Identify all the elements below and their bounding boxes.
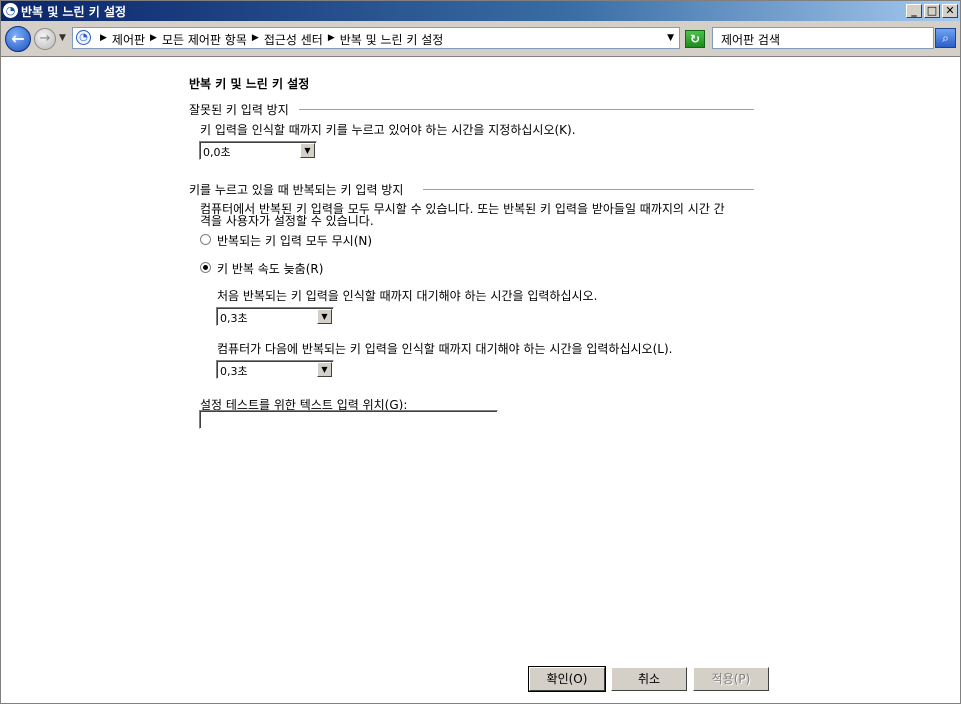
close-button[interactable]: ✕: [942, 4, 958, 18]
title-bar[interactable]: ◔ 반복 및 느린 키 설정 _ □ ✕: [1, 1, 960, 21]
slow-repeat-label[interactable]: 키 반복 속도 늦춤(R): [217, 260, 323, 277]
chevron-down-icon[interactable]: ▼: [317, 309, 332, 324]
first-delay-label: 처음 반복되는 키 입력을 인식할 때까지 대기해야 하는 시간을 입력하십시오…: [217, 289, 598, 303]
breadcrumb-separator-icon[interactable]: ▶: [252, 31, 259, 48]
search-input[interactable]: 제어판 검색: [712, 27, 934, 49]
repeat-keys-group-title: 키를 누르고 있을 때 반복되는 키 입력 방지: [189, 183, 404, 197]
test-text-input[interactable]: [199, 410, 498, 429]
slow-keys-delay-select[interactable]: 0,0초 ▼: [199, 141, 317, 160]
accessibility-icon: ◔: [3, 3, 18, 18]
first-delay-value: 0,3초: [220, 312, 248, 325]
breadcrumb-item-filter-keys[interactable]: 반복 및 느린 키 설정: [340, 31, 444, 48]
apply-button[interactable]: 적용(P): [693, 667, 769, 691]
minimize-button[interactable]: _: [906, 4, 922, 18]
slow-repeat-radio[interactable]: [200, 262, 211, 273]
group-divider: [299, 109, 754, 110]
slow-keys-delay-value: 0,0초: [203, 146, 231, 159]
repeat-keys-description-line2: 격을 사용자가 설정할 수 있습니다.: [200, 214, 374, 228]
address-dropdown-icon[interactable]: ▼: [667, 33, 674, 43]
breadcrumb-item-ease-of-access[interactable]: 접근성 센터: [264, 31, 323, 48]
control-panel-icon: ◔: [76, 30, 91, 45]
first-delay-select[interactable]: 0,3초 ▼: [216, 307, 334, 326]
maximize-button[interactable]: □: [924, 4, 940, 18]
slow-keys-description: 키 입력을 인식할 때까지 키를 누르고 있어야 하는 시간을 지정하십시오(K…: [200, 123, 576, 137]
ok-button[interactable]: 확인(O): [528, 666, 606, 692]
cancel-button[interactable]: 취소: [611, 667, 687, 691]
breadcrumb-separator-icon[interactable]: ▶: [150, 31, 157, 48]
chevron-down-icon[interactable]: ▼: [300, 143, 315, 158]
control-panel-window: ◔ 반복 및 느린 키 설정 _ □ ✕ ← → ▼ ◔ ▶ 제어판 ▶ 모든 …: [0, 0, 961, 704]
breadcrumb-separator-icon[interactable]: ▶: [328, 31, 335, 48]
breadcrumb: ▶ 제어판 ▶ 모든 제어판 항목 ▶ 접근성 센터 ▶ 반복 및 느린 키 설…: [95, 31, 443, 48]
group-divider: [423, 189, 754, 190]
breadcrumb-separator-icon[interactable]: ▶: [100, 31, 107, 48]
slow-keys-group-title: 잘못된 키 입력 방지: [189, 103, 289, 117]
chevron-down-icon[interactable]: ▼: [317, 362, 332, 377]
main-content: 반복 키 및 느린 키 설정 잘못된 키 입력 방지 키 입력을 인식할 때까지…: [1, 57, 960, 703]
navigation-bar: ← → ▼ ◔ ▶ 제어판 ▶ 모든 제어판 항목 ▶ 접근성 센터 ▶ 반복 …: [1, 22, 960, 57]
ignore-repeats-label[interactable]: 반복되는 키 입력 모두 무시(N): [217, 232, 372, 249]
ignore-repeats-radio[interactable]: [200, 234, 211, 245]
breadcrumb-item-control-panel[interactable]: 제어판: [112, 31, 145, 48]
refresh-icon[interactable]: ↻: [685, 30, 705, 48]
back-arrow-icon[interactable]: ←: [5, 26, 31, 52]
page-title: 반복 키 및 느린 키 설정: [189, 77, 310, 91]
search-icon[interactable]: ⌕: [935, 28, 956, 48]
next-delay-value: 0,3초: [220, 365, 248, 378]
next-delay-label: 컴퓨터가 다음에 반복되는 키 입력을 인식할 때까지 대기해야 하는 시간을 …: [217, 342, 673, 356]
address-bar[interactable]: ◔ ▶ 제어판 ▶ 모든 제어판 항목 ▶ 접근성 센터 ▶ 반복 및 느린 키…: [72, 27, 680, 49]
radio-selected-dot: [203, 265, 208, 270]
forward-arrow-icon[interactable]: →: [34, 28, 56, 50]
history-dropdown-icon[interactable]: ▼: [59, 33, 66, 43]
next-delay-select[interactable]: 0,3초 ▼: [216, 360, 334, 379]
breadcrumb-item-all-items[interactable]: 모든 제어판 항목: [162, 31, 247, 48]
window-title: 반복 및 느린 키 설정: [21, 5, 127, 19]
